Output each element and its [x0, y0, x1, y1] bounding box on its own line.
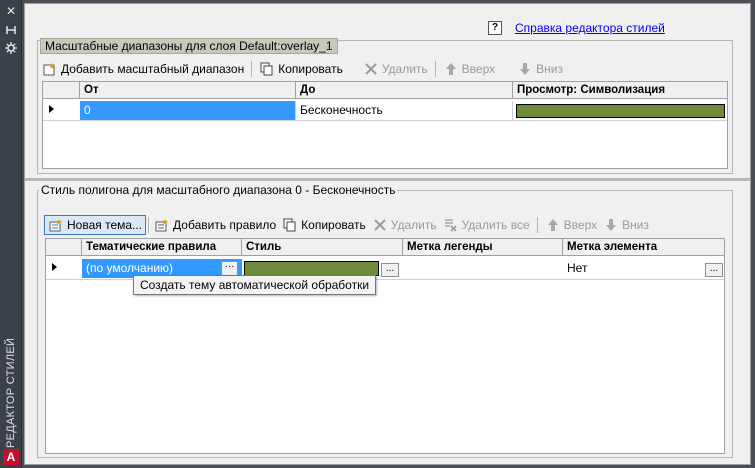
legend-label-cell[interactable] — [403, 259, 563, 278]
add-scale-range-button[interactable]: Добавить масштабный диапазон — [39, 59, 247, 79]
current-row-indicator-icon — [49, 105, 54, 113]
polygon-style-title: Стиль полигона для масштабного диапазона… — [39, 183, 398, 197]
copy-range-button[interactable]: Копировать — [256, 59, 346, 79]
delete-rule-button[interactable]: Удалить — [369, 215, 440, 235]
column-feature-label[interactable]: Метка элемента — [563, 239, 724, 256]
copy-icon — [259, 61, 275, 77]
arrow-up-icon — [443, 61, 459, 77]
arrow-up-icon — [545, 217, 561, 233]
arrow-down-icon — [517, 61, 533, 77]
pane-splitter[interactable] — [25, 178, 750, 181]
add-rule-icon — [154, 217, 170, 233]
column-preview[interactable]: Просмотр: Символизация — [513, 82, 727, 99]
palette-title: РЕДАКТОР СТИЛЕЙ — [5, 337, 17, 449]
feature-label-cell[interactable]: Нет — [563, 259, 703, 278]
move-up-range-button[interactable]: Вверх — [440, 59, 498, 79]
copy-rule-button[interactable]: Копировать — [279, 215, 369, 235]
grid-row-divider — [43, 120, 727, 121]
properties-icon[interactable] — [3, 42, 19, 56]
close-icon[interactable]: ✕ — [3, 4, 19, 18]
copy-icon — [282, 217, 298, 233]
toolbar-separator — [251, 61, 253, 77]
row-header-cell — [46, 239, 82, 256]
scale-ranges-grid: От До Просмотр: Символизация 0 Бесконечн… — [42, 81, 728, 169]
range-from-cell[interactable]: 0 — [80, 101, 296, 120]
auto-hide-icon[interactable] — [3, 24, 19, 38]
move-up-range-label: Вверх — [461, 62, 496, 76]
help-link[interactable]: Справка редактора стилей — [515, 21, 665, 35]
style-editor-panel: ? Справка редактора стилей Масштабные ди… — [24, 3, 751, 465]
delete-icon — [363, 61, 379, 77]
style-edit-ellipsis-button[interactable]: ... — [381, 263, 399, 277]
new-theme-tooltip: Создать тему автоматической обработки — [133, 275, 377, 295]
column-style[interactable]: Стиль — [242, 239, 403, 256]
move-down-rule-label: Вниз — [622, 218, 649, 232]
column-legend-label[interactable]: Метка легенды — [403, 239, 563, 256]
scale-ranges-title: Масштабные диапазоны для слоя Default:ov… — [40, 38, 338, 54]
delete-all-rules-button[interactable]: Удалить все — [440, 215, 533, 235]
move-down-range-button[interactable]: Вниз — [514, 59, 566, 79]
toolbar-separator — [536, 217, 538, 233]
toolbar-separator — [148, 217, 150, 233]
current-row-indicator-icon — [52, 263, 57, 271]
copy-range-label: Копировать — [278, 62, 343, 76]
polygon-style-toolbar: Новая тема... Добавить правило Копироват… — [44, 215, 652, 235]
move-down-range-label: Вниз — [536, 62, 563, 76]
row-header-cell — [43, 82, 80, 99]
column-from[interactable]: От — [80, 82, 296, 99]
new-theme-button[interactable]: Новая тема... — [44, 215, 147, 235]
delete-rule-label: Удалить — [390, 218, 437, 232]
help-icon[interactable]: ? — [488, 21, 502, 35]
move-up-rule-label: Вверх — [563, 218, 598, 232]
move-down-rule-button[interactable]: Вниз — [600, 215, 652, 235]
add-range-icon — [42, 61, 58, 77]
column-to[interactable]: До — [296, 82, 513, 99]
rule-edit-ellipsis-button[interactable]: ··· — [221, 261, 238, 276]
new-theme-icon — [48, 217, 64, 233]
grid-header: Тематические правила Стиль Метка легенды… — [46, 239, 724, 256]
delete-icon — [372, 217, 388, 233]
delete-all-rules-label: Удалить все — [461, 218, 530, 232]
autocad-logo-icon: A — [3, 449, 19, 465]
rule-style-swatch[interactable] — [244, 261, 379, 276]
range-to-cell[interactable]: Бесконечность — [296, 101, 513, 120]
feature-label-ellipsis-button[interactable]: ... — [705, 263, 723, 277]
thematic-rules-grid: Тематические правила Стиль Метка легенды… — [45, 238, 725, 454]
arrow-down-icon — [603, 217, 619, 233]
grid-header: От До Просмотр: Символизация — [43, 82, 727, 99]
add-scale-range-label: Добавить масштабный диапазон — [61, 62, 245, 76]
column-thematic-rules[interactable]: Тематические правила — [82, 239, 242, 256]
range-symbol-preview-swatch[interactable] — [516, 104, 725, 118]
delete-range-label: Удалить — [381, 62, 428, 76]
add-rule-button[interactable]: Добавить правило — [151, 215, 279, 235]
delete-all-icon — [443, 217, 459, 233]
palette-strip: ✕ РЕДАКТОР СТИЛЕЙ A — [0, 0, 22, 468]
scale-ranges-toolbar: Добавить масштабный диапазон Копировать … — [39, 59, 566, 79]
add-rule-label: Добавить правило — [173, 218, 277, 232]
new-theme-label: Новая тема... — [67, 218, 143, 232]
move-up-rule-button[interactable]: Вверх — [542, 215, 600, 235]
delete-range-button[interactable]: Удалить — [360, 59, 431, 79]
toolbar-separator — [434, 61, 436, 77]
copy-rule-label: Копировать — [301, 218, 366, 232]
